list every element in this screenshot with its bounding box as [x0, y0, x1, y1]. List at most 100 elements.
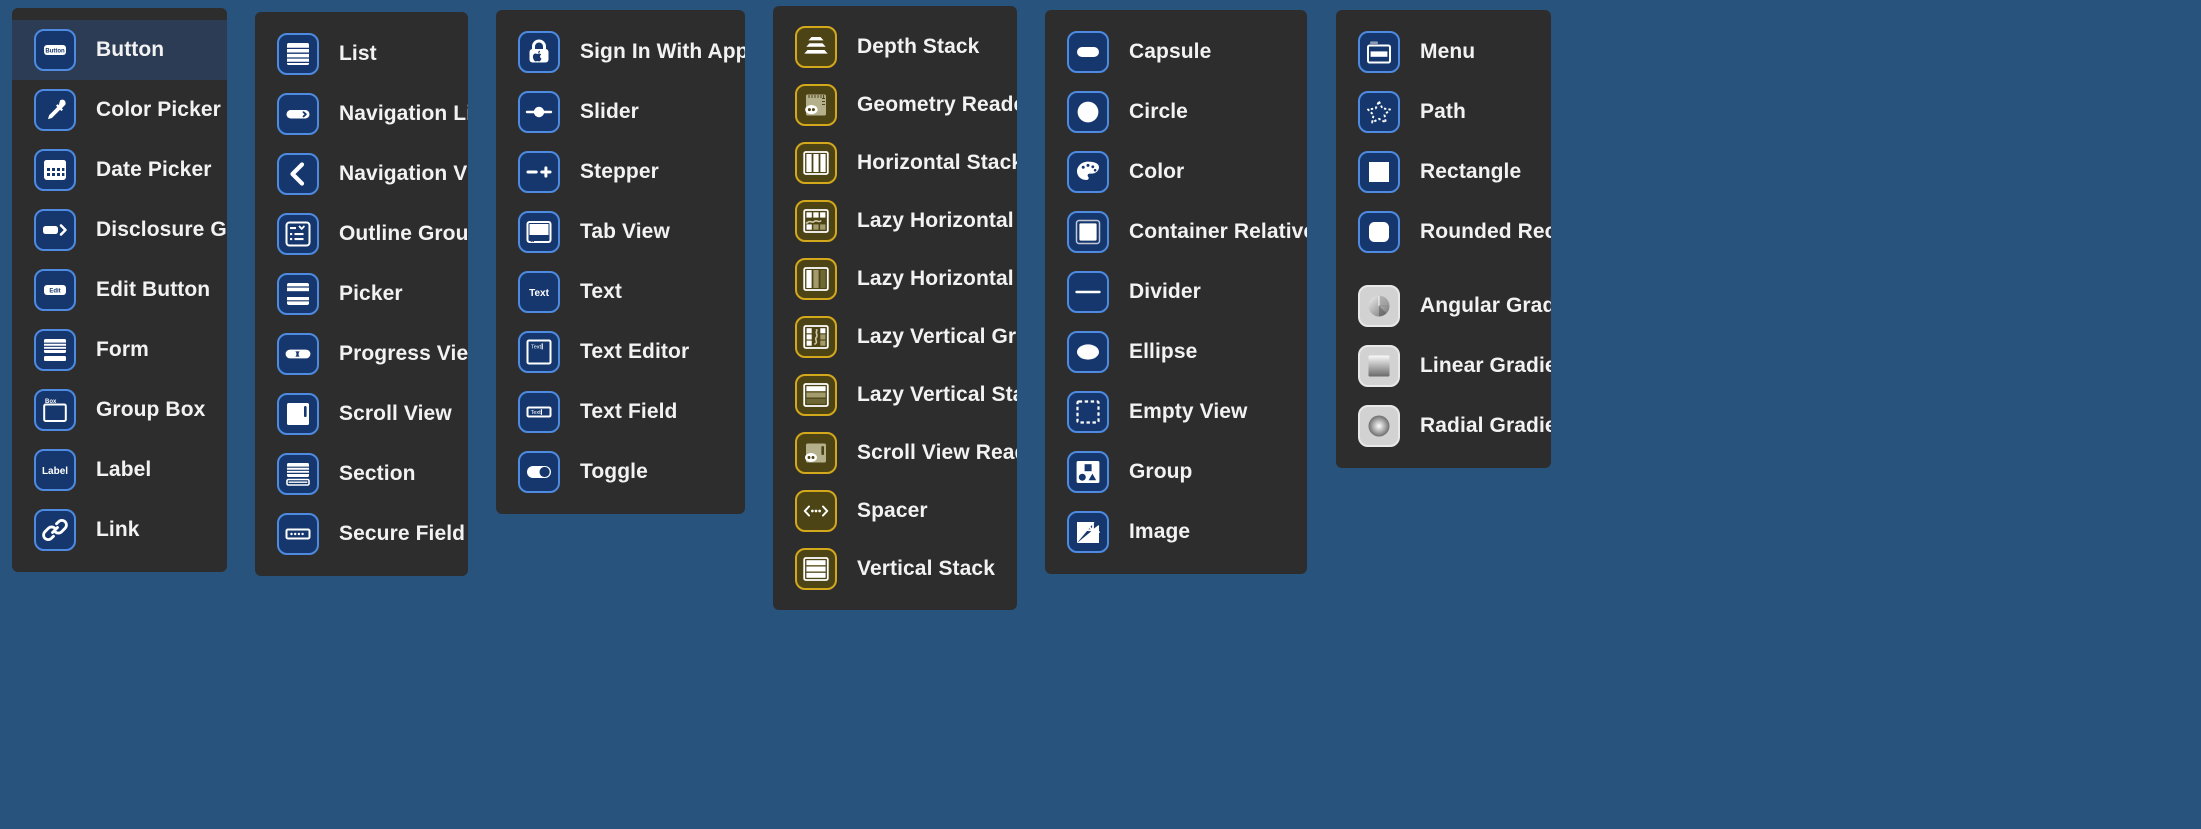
library-item-navigation-view[interactable]: Navigation View — [255, 144, 468, 204]
library-item-capsule[interactable]: Capsule — [1045, 22, 1307, 82]
outline-group-icon — [277, 213, 319, 255]
library-item-depth-stack[interactable]: Depth Stack — [773, 18, 1017, 76]
library-item-link[interactable]: Link — [12, 500, 227, 560]
library-item-spacer[interactable]: Spacer — [773, 482, 1017, 540]
library-item-form[interactable]: Form — [12, 320, 227, 380]
library-item-label: Scroll View Reader — [857, 441, 1017, 464]
library-item-group[interactable]: Group — [1045, 442, 1307, 502]
library-item-empty-view[interactable]: Empty View — [1045, 382, 1307, 442]
library-item-circle[interactable]: Circle — [1045, 82, 1307, 142]
library-item-button[interactable]: Button Button — [12, 20, 227, 80]
library-item-image[interactable]: Image — [1045, 502, 1307, 562]
panel-layout: Depth Stack Geometry Reader Horizontal Sta… — [773, 6, 1017, 610]
panel-gradients: Angular Gradient Linear Gradient Radial Gr… — [1336, 264, 1551, 468]
library-item-label: Rectangle — [1420, 160, 1522, 183]
library-item-label: Tab View — [580, 220, 670, 243]
library-item-geometry-reader[interactable]: Geometry Reader — [773, 76, 1017, 134]
list-icon — [277, 33, 319, 75]
text-editor-icon: Text — [518, 331, 560, 373]
library-item-color-picker[interactable]: Color Picker — [12, 80, 227, 140]
library-item-horizontal-stack[interactable]: Horizontal Stack — [773, 134, 1017, 192]
library-item-label: Circle — [1129, 100, 1188, 123]
scroll-view-reader-icon — [795, 432, 837, 474]
library-item-divider[interactable]: Divider — [1045, 262, 1307, 322]
library-item-label: Disclosure Group — [96, 218, 227, 241]
library-item-menu[interactable]: Menu — [1336, 22, 1551, 82]
calendar-icon — [34, 149, 76, 191]
library-item-angular-gradient[interactable]: Angular Gradient — [1336, 276, 1551, 336]
library-item-rectangle[interactable]: Rectangle — [1336, 142, 1551, 202]
library-item-lazy-vertical-grid[interactable]: Lazy Vertical Grid — [773, 308, 1017, 366]
library-item-path[interactable]: Path — [1336, 82, 1551, 142]
library-item-radial-gradient[interactable]: Radial Gradient — [1336, 396, 1551, 456]
lazy-vertical-stack-icon — [795, 374, 837, 416]
vertical-stack-icon — [795, 548, 837, 590]
library-item-scroll-view-reader[interactable]: Scroll View Reader — [773, 424, 1017, 482]
library-item-label: Lazy Horizontal Grid — [857, 209, 1017, 232]
library-item-lazy-horizontal-grid[interactable]: Lazy Horizontal Grid — [773, 192, 1017, 250]
library-item-stepper[interactable]: Stepper — [496, 142, 745, 202]
library-item-vertical-stack[interactable]: Vertical Stack — [773, 540, 1017, 598]
library-item-label[interactable]: Label Label — [12, 440, 227, 500]
geometry-reader-icon — [795, 84, 837, 126]
library-item-lazy-horizontal-stack[interactable]: Lazy Horizontal Stack — [773, 250, 1017, 308]
spacer-icon — [795, 490, 837, 532]
library-item-disclosure-group[interactable]: Disclosure Group — [12, 200, 227, 260]
library-item-navigation-link[interactable]: Navigation Link — [255, 84, 468, 144]
library-item-secure-field[interactable]: Secure Field — [255, 504, 468, 564]
library-item-label: Radial Gradient — [1420, 414, 1551, 437]
library-item-label: Linear Gradient — [1420, 354, 1551, 377]
ellipse-icon — [1067, 331, 1109, 373]
library-item-date-picker[interactable]: Date Picker — [12, 140, 227, 200]
library-item-text-field[interactable]: Text Text Field — [496, 382, 745, 442]
library-item-list[interactable]: List — [255, 24, 468, 84]
library-item-label: Text Editor — [580, 340, 690, 363]
library-item-label: Capsule — [1129, 40, 1212, 63]
stepper-icon — [518, 151, 560, 193]
library-item-progress-view[interactable]: Progress View — [255, 324, 468, 384]
panel-inputs: Sign In With Apple Button Slider Stepper Ta… — [496, 10, 745, 514]
lazy-vertical-grid-icon — [795, 316, 837, 358]
label-icon: Label — [34, 449, 76, 491]
library-item-group-box[interactable]: Box Group Box — [12, 380, 227, 440]
library-item-text[interactable]: Text Text — [496, 262, 745, 322]
tab-view-icon — [518, 211, 560, 253]
library-item-ellipse[interactable]: Ellipse — [1045, 322, 1307, 382]
empty-view-icon — [1067, 391, 1109, 433]
library-item-label: Lazy Vertical Grid — [857, 325, 1017, 348]
library-item-label: Navigation Link — [339, 102, 468, 125]
library-item-label: Vertical Stack — [857, 557, 995, 580]
library-item-slider[interactable]: Slider — [496, 82, 745, 142]
library-item-label: Text — [580, 280, 623, 303]
library-item-picker[interactable]: Picker — [255, 264, 468, 324]
library-item-label: Empty View — [1129, 400, 1248, 423]
text-icon: Text — [518, 271, 560, 313]
library-item-label: Secure Field — [339, 522, 466, 545]
library-item-label: List — [339, 42, 377, 65]
library-item-rounded-rectangle[interactable]: Rounded Rectangle — [1336, 202, 1551, 262]
library-item-label: Section — [339, 462, 416, 485]
library-item-linear-gradient[interactable]: Linear Gradient — [1336, 336, 1551, 396]
library-item-lazy-vertical-stack[interactable]: Lazy Vertical Stack — [773, 366, 1017, 424]
library-item-color[interactable]: Color — [1045, 142, 1307, 202]
library-item-container-relative-shape[interactable]: Container Relative Shape — [1045, 202, 1307, 262]
library-item-section[interactable]: Section — [255, 444, 468, 504]
library-item-label: Container Relative Shape — [1129, 220, 1307, 243]
library-item-sign-in-with-apple-button[interactable]: Sign In With Apple Button — [496, 22, 745, 82]
library-item-edit-button[interactable]: Edit Edit Button — [12, 260, 227, 320]
library-item-outline-group[interactable]: Outline Group — [255, 204, 468, 264]
library-item-toggle[interactable]: Toggle — [496, 442, 745, 502]
library-item-label: Slider — [580, 100, 639, 123]
circle-icon — [1067, 91, 1109, 133]
library-item-text-editor[interactable]: Text Text Editor — [496, 322, 745, 382]
library-item-label: Text Field — [580, 400, 678, 423]
picker-icon — [277, 273, 319, 315]
disclosure-icon — [34, 209, 76, 251]
library-item-tab-view[interactable]: Tab View — [496, 202, 745, 262]
library-item-label: Angular Gradient — [1420, 294, 1551, 317]
library-item-label: Ellipse — [1129, 340, 1198, 363]
library-item-label: Divider — [1129, 280, 1201, 303]
library-item-label: Stepper — [580, 160, 659, 183]
library-item-scroll-view[interactable]: Scroll View — [255, 384, 468, 444]
library-item-label: Scroll View — [339, 402, 452, 425]
